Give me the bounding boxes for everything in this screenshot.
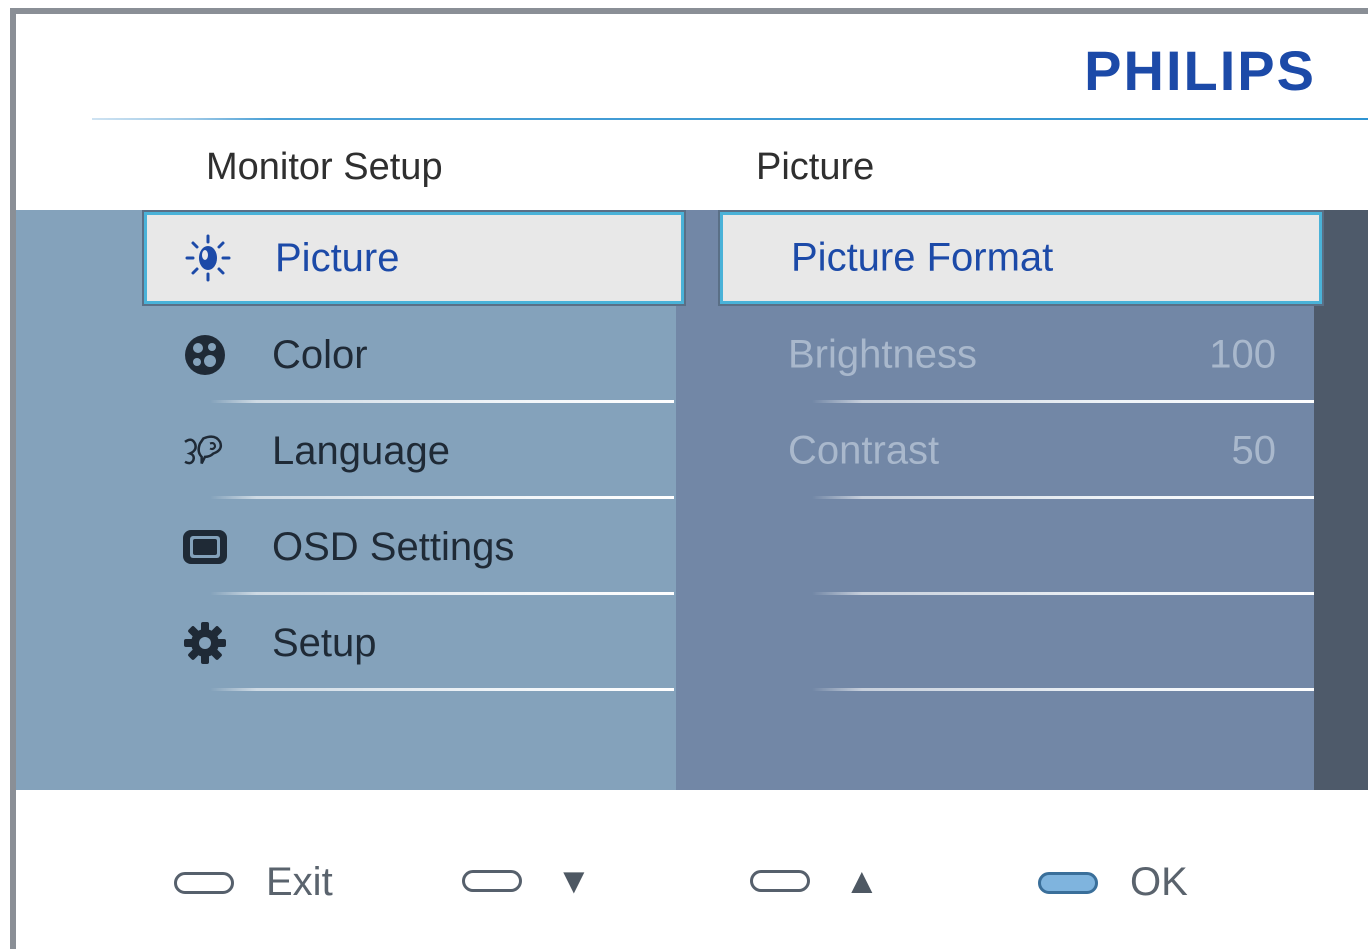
menu-separator (210, 400, 674, 403)
menu-item-label: Picture (275, 235, 400, 280)
up-triangle-icon: ▲ (844, 860, 880, 901)
menu-item-label: Language (272, 428, 450, 473)
menu-item-picture[interactable]: Picture (142, 210, 686, 306)
submenu-separator (812, 688, 1314, 691)
down-triangle-icon: ▼ (556, 860, 592, 901)
submenu-item-picture-format[interactable]: Picture Format (718, 210, 1324, 306)
menu-item-setup[interactable]: Setup (144, 596, 674, 690)
submenu-item-label: Brightness (788, 332, 977, 377)
submenu-item-brightness[interactable]: Brightness 100 (720, 308, 1314, 402)
pill-button-icon (462, 870, 522, 892)
gear-icon (180, 618, 230, 668)
pill-button-icon (750, 870, 810, 892)
submenu-separator (812, 496, 1314, 499)
menu-item-label: Setup (272, 620, 377, 665)
submenu-item-label: Contrast (788, 428, 940, 473)
submenu-separator (812, 400, 1314, 403)
philips-logo: PHILIPS (1084, 39, 1316, 102)
sun-icon (183, 233, 233, 283)
submenu-separator (812, 592, 1314, 595)
up-button[interactable]: ▲ (750, 860, 880, 902)
menu-item-color[interactable]: Color (144, 308, 674, 402)
ok-label: OK (1130, 860, 1188, 904)
exit-button[interactable]: Exit (174, 860, 333, 905)
speech-icon (180, 426, 230, 476)
contrast-value: 50 (1231, 428, 1277, 473)
exit-label: Exit (266, 860, 333, 904)
menu-item-osd-settings[interactable]: OSD Settings (144, 500, 674, 594)
submenu-item-contrast[interactable]: Contrast 50 (720, 404, 1314, 498)
menu-column-title: Monitor Setup (206, 146, 443, 188)
menu-item-label: OSD Settings (272, 524, 515, 569)
submenu-item-label: Picture Format (791, 235, 1054, 280)
header-divider (92, 118, 1368, 120)
down-button[interactable]: ▼ (462, 860, 592, 902)
menu-separator (210, 592, 674, 595)
ok-button[interactable]: OK (1038, 860, 1188, 905)
menu-separator (210, 496, 674, 499)
menu-item-language[interactable]: Language (144, 404, 674, 498)
brightness-value: 100 (1209, 332, 1276, 377)
pill-button-ok-icon (1038, 871, 1098, 894)
menu-separator (210, 688, 674, 691)
display-icon (180, 522, 230, 572)
palette-icon (180, 330, 230, 380)
submenu-column-title: Picture (756, 146, 875, 188)
menu-item-label: Color (272, 332, 368, 377)
pill-button-icon (174, 871, 234, 894)
scroll-edge-panel (1314, 210, 1368, 790)
